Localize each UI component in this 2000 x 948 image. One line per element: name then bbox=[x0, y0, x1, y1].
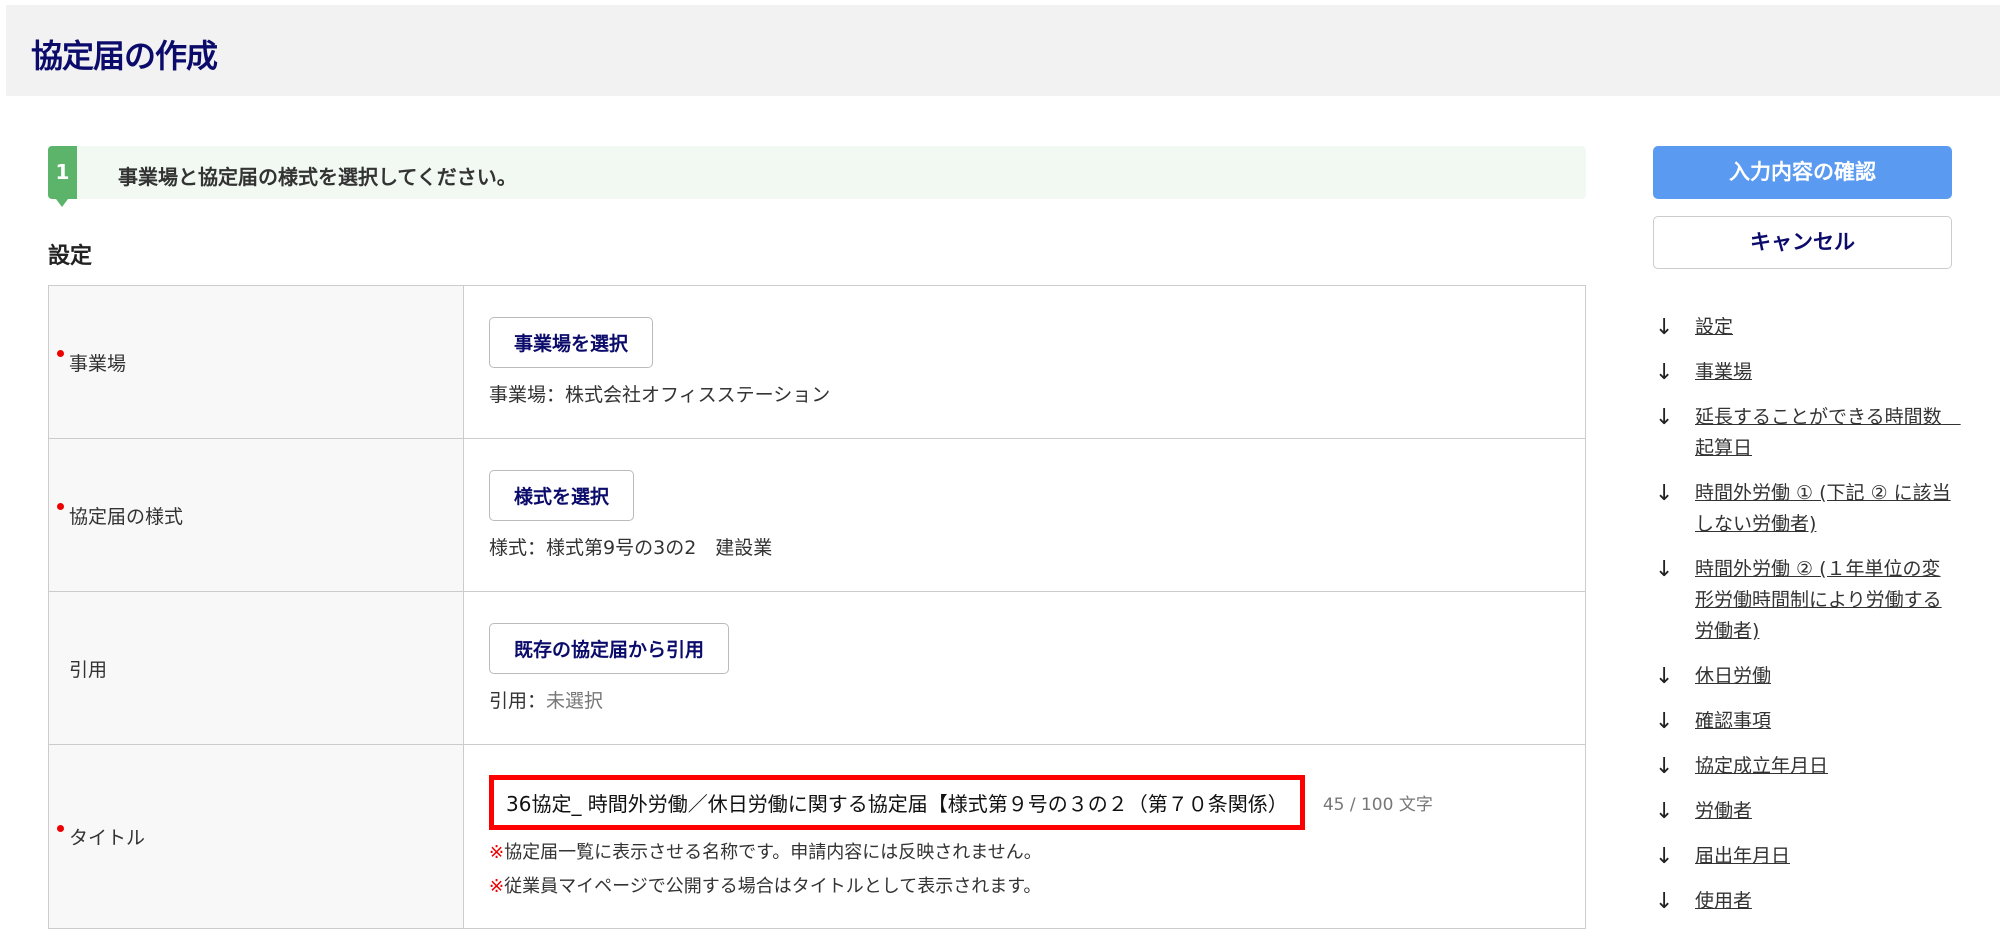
arrow-down-icon: ↓ bbox=[1655, 799, 1674, 824]
arrow-down-icon: ↓ bbox=[1655, 315, 1674, 340]
required-indicator bbox=[57, 503, 64, 510]
format-value: 様式第9号の3の2 建設業 bbox=[546, 537, 773, 559]
row-label: 協定届の様式 bbox=[69, 505, 184, 528]
select-workplace-button[interactable]: 事業場を選択 bbox=[489, 317, 654, 368]
table-row: 引用 既存の協定届から引用 引用：未選択 bbox=[48, 591, 1586, 745]
nav-item-confirmation[interactable]: ↓ 確認事項 bbox=[1655, 706, 1955, 737]
arrow-down-icon: ↓ bbox=[1655, 557, 1674, 582]
nav-item-employer[interactable]: ↓ 使用者 bbox=[1655, 886, 1955, 917]
step-instruction: 事業場と協定届の様式を選択してください。 bbox=[118, 165, 517, 189]
nav-item-extension-hours[interactable]: ↓ 延長することができる時間数 起算日 bbox=[1655, 402, 1961, 464]
section-nav: ↓ 設定 ↓ 事業場 ↓ 延長することができる時間数 起算日 ↓ 時間外労働 ① (下記… bbox=[1655, 312, 1961, 931]
step-banner: 1 事業場と協定届の様式を選択してください。 bbox=[48, 146, 1586, 207]
quote-existing-button[interactable]: 既存の協定届から引用 bbox=[489, 623, 730, 674]
nav-item-workers[interactable]: ↓ 労働者 bbox=[1655, 796, 1955, 827]
cancel-button[interactable]: キャンセル bbox=[1653, 216, 1952, 269]
nav-item-agreement-date[interactable]: ↓ 協定成立年月日 bbox=[1655, 751, 1955, 782]
select-format-button[interactable]: 様式を選択 bbox=[489, 470, 635, 521]
arrow-down-icon: ↓ bbox=[1655, 889, 1674, 914]
arrow-down-icon: ↓ bbox=[1655, 481, 1674, 506]
page-title: 協定届の作成 bbox=[31, 37, 218, 75]
table-row: タイトル 36協定_ 時間外労働／休日労働に関する協定届【様式第９号の３の２（第… bbox=[48, 744, 1586, 929]
arrow-down-icon: ↓ bbox=[1655, 754, 1674, 779]
confirm-button[interactable]: 入力内容の確認 bbox=[1653, 146, 1952, 199]
row-label: タイトル bbox=[69, 827, 146, 849]
note-mark: ※ bbox=[489, 876, 505, 897]
page-header: 協定届の作成 bbox=[6, 5, 2000, 96]
nav-item-overtime-2[interactable]: ↓ 時間外労働 ② (１年単位の変形労働時間制により労働する労働者) bbox=[1655, 554, 1955, 647]
character-count: 45 / 100 文字 bbox=[1322, 795, 1433, 815]
nav-item-overtime-1[interactable]: ↓ 時間外労働 ① (下記 ② に該当しない労働者) bbox=[1655, 478, 1955, 540]
note-text: 従業員マイページで公開する場合はタイトルとして表示されます。 bbox=[504, 876, 1042, 897]
quote-value: 未選択 bbox=[546, 690, 604, 712]
settings-table: 事業場 事業場を選択 事業場：株式会社オフィスステーション 協定届の様式 様式を… bbox=[48, 285, 1586, 929]
arrow-down-icon: ↓ bbox=[1655, 664, 1674, 689]
nav-item-settings[interactable]: ↓ 設定 bbox=[1655, 312, 1955, 343]
value-label: 事業場： bbox=[489, 384, 566, 406]
arrow-down-icon: ↓ bbox=[1655, 360, 1674, 385]
nav-item-filing-date[interactable]: ↓ 届出年月日 bbox=[1655, 841, 1955, 872]
required-indicator bbox=[57, 824, 64, 832]
arrow-down-icon: ↓ bbox=[1655, 844, 1674, 869]
note-text: 協定届一覧に表示させる名称です。申請内容には反映されません。 bbox=[504, 842, 1042, 863]
value-label: 引用： bbox=[489, 690, 547, 712]
value-label: 様式： bbox=[489, 537, 547, 559]
step-number: 1 bbox=[48, 146, 77, 207]
nav-item-workplace[interactable]: ↓ 事業場 bbox=[1655, 357, 1955, 388]
row-label: 引用 bbox=[69, 658, 108, 681]
table-row: 協定届の様式 様式を選択 様式：様式第9号の3の2 建設業 bbox=[48, 438, 1586, 592]
table-row: 事業場 事業場を選択 事業場：株式会社オフィスステーション bbox=[48, 285, 1586, 439]
nav-item-holiday-work[interactable]: ↓ 休日労働 bbox=[1655, 661, 1955, 692]
workplace-value: 株式会社オフィスステーション bbox=[565, 384, 831, 406]
row-label: 事業場 bbox=[69, 352, 127, 375]
note-mark: ※ bbox=[489, 842, 505, 863]
title-input[interactable]: 36協定_ 時間外労働／休日労働に関する協定届【様式第９号の３の２（第７０条関係… bbox=[489, 775, 1305, 830]
arrow-down-icon: ↓ bbox=[1655, 709, 1674, 734]
arrow-down-icon: ↓ bbox=[1655, 405, 1674, 430]
required-indicator bbox=[57, 350, 64, 357]
section-title: 設定 bbox=[48, 244, 93, 269]
